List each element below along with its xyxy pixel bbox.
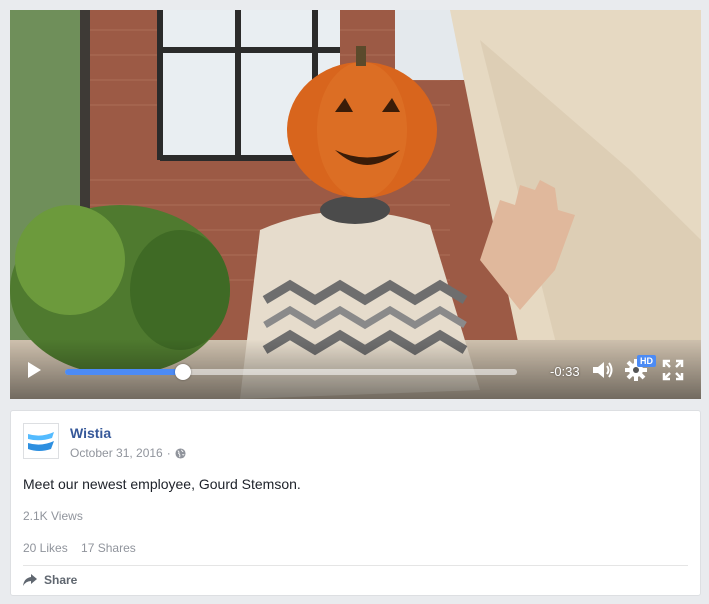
share-arrow-icon [23,574,37,586]
play-icon[interactable] [24,360,44,380]
progress-bar[interactable] [65,364,517,380]
shares-count[interactable]: 17 Shares [81,541,136,555]
share-button[interactable]: Share [23,573,77,587]
view-count: 2.1K Views [23,509,83,523]
engagement-stats: 20 Likes 17 Shares [23,541,146,555]
volume-icon[interactable] [590,357,616,383]
post-meta: October 31, 2016 · [70,446,186,460]
video-player[interactable]: -0:33 HD [10,10,701,399]
globe-icon[interactable] [175,447,186,459]
page-avatar[interactable] [23,423,59,459]
post-card: Wistia October 31, 2016 · Meet our newes… [10,410,701,596]
divider [23,565,688,566]
hd-badge: HD [637,355,656,367]
time-remaining: -0:33 [550,364,580,379]
fullscreen-icon[interactable] [660,357,686,383]
share-label: Share [44,573,78,587]
page-name[interactable]: Wistia [70,425,111,441]
video-controls: -0:33 HD [10,339,701,399]
likes-count[interactable]: 20 Likes [23,541,68,555]
progress-handle[interactable] [174,364,191,380]
progress-fill [65,369,183,375]
post-date[interactable]: October 31, 2016 [70,446,163,460]
post-text: Meet our newest employee, Gourd Stemson. [23,476,301,492]
wistia-logo [28,432,54,451]
meta-separator: · [166,446,171,460]
